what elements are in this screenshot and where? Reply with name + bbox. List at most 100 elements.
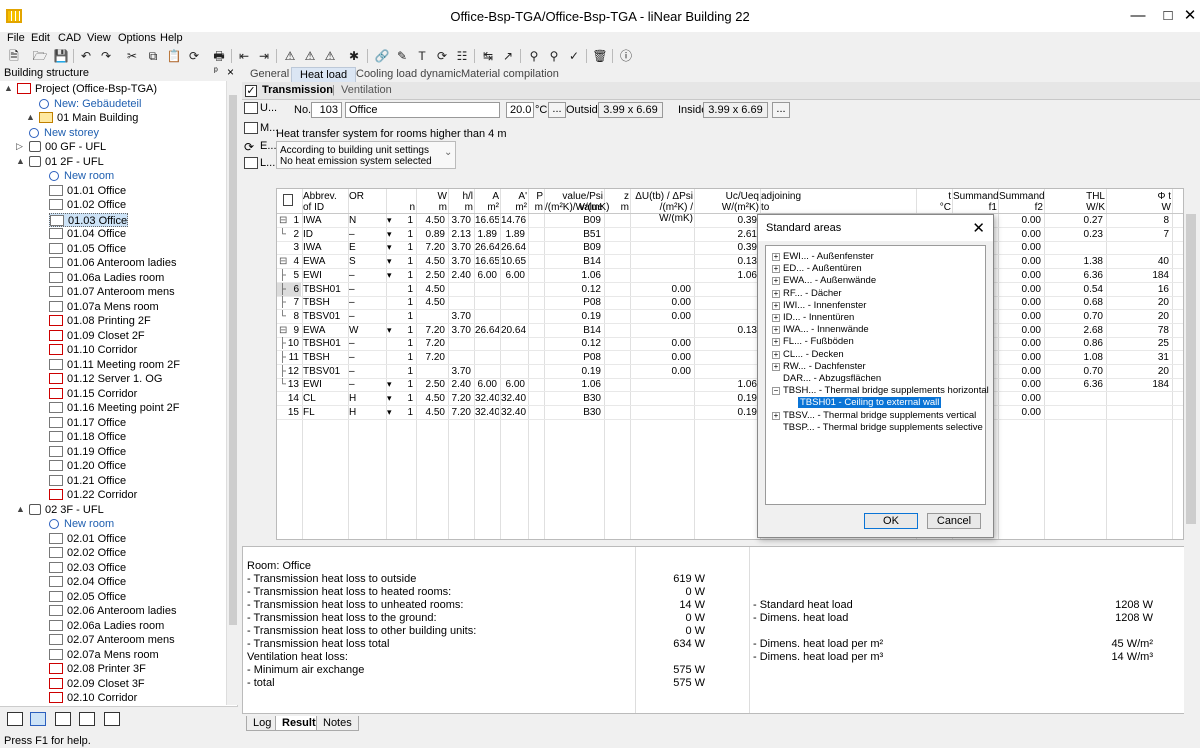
- cell-phi[interactable]: 184: [1107, 269, 1171, 282]
- cell-z[interactable]: [605, 283, 629, 296]
- cell-z[interactable]: [605, 241, 629, 254]
- tree-item[interactable]: New room: [49, 169, 114, 183]
- cell-uc[interactable]: 0.13: [695, 324, 759, 337]
- export-icon[interactable]: ⇥: [256, 48, 272, 64]
- room-temp-field[interactable]: 20.0: [506, 102, 534, 118]
- cell-p[interactable]: [529, 337, 543, 350]
- expand-toggle-icon[interactable]: ▲: [4, 83, 13, 93]
- column-header[interactable]: n: [395, 202, 415, 213]
- tree-item[interactable]: 01.10 Corridor: [49, 343, 137, 357]
- expand-node-icon[interactable]: +: [772, 265, 780, 274]
- cell-id[interactable]: TBSV01: [303, 365, 347, 378]
- cell-or[interactable]: H: [349, 406, 385, 419]
- cell-z[interactable]: [605, 378, 629, 391]
- cell-h[interactable]: 7.20: [449, 406, 473, 419]
- expand-node-icon[interactable]: +: [772, 350, 780, 359]
- tree-item[interactable]: 02.06a Ladies room: [49, 619, 164, 633]
- cell-num[interactable]: 5: [277, 269, 301, 282]
- text-icon[interactable]: T: [414, 48, 430, 64]
- cell-w[interactable]: 7.20: [417, 241, 447, 254]
- column-header[interactable]: /(m²K)/W/(mK): [545, 202, 609, 213]
- cell-a[interactable]: [475, 296, 499, 309]
- tree-item[interactable]: 01.20 Office: [49, 459, 126, 473]
- cell-f2[interactable]: 0.00: [999, 255, 1043, 268]
- tree-item[interactable]: 02.07 Anteroom mens: [49, 633, 175, 647]
- dims-more-button[interactable]: ...: [772, 102, 790, 118]
- column-header[interactable]: °C: [917, 202, 951, 213]
- column-header[interactable]: A': [501, 191, 527, 202]
- cell-ap[interactable]: 6.00: [501, 378, 527, 391]
- menu-view[interactable]: View: [87, 32, 111, 44]
- tab-general[interactable]: General: [242, 67, 297, 82]
- zoom-icon[interactable]: ⚲: [526, 48, 542, 64]
- column-header[interactable]: m: [449, 202, 473, 213]
- cell-num[interactable]: 2: [277, 228, 301, 241]
- cell-z[interactable]: [605, 296, 629, 309]
- cell-or[interactable]: N: [349, 214, 385, 227]
- column-header[interactable]: m: [529, 202, 543, 213]
- column-header[interactable]: Φ t: [1107, 191, 1171, 202]
- cell-z[interactable]: [605, 406, 629, 419]
- undo-icon[interactable]: ↶: [78, 48, 94, 64]
- cell-thl[interactable]: 0.70: [1045, 310, 1105, 323]
- close-window-button[interactable]: ✕: [1180, 6, 1200, 26]
- orientation-dropdown-icon[interactable]: ▾: [387, 324, 392, 337]
- cell-u[interactable]: B30: [545, 392, 603, 405]
- tree-item[interactable]: 01.16 Meeting point 2F: [49, 401, 180, 415]
- column-header[interactable]: f2: [999, 202, 1043, 213]
- cell-or[interactable]: –: [349, 351, 385, 364]
- transmission-label[interactable]: Transmission: [262, 84, 333, 96]
- cell-phi[interactable]: 31: [1107, 351, 1171, 364]
- cell-a[interactable]: 6.00: [475, 378, 499, 391]
- tree-item[interactable]: 02.05 Office: [49, 590, 126, 604]
- cell-z[interactable]: [605, 214, 629, 227]
- cell-u[interactable]: B51: [545, 228, 603, 241]
- cell-or[interactable]: –: [349, 310, 385, 323]
- cell-h[interactable]: 2.40: [449, 269, 473, 282]
- tree-item[interactable]: 01.11 Meeting room 2F: [49, 358, 180, 372]
- tree-item[interactable]: 01.21 Office: [49, 474, 126, 488]
- cell-w[interactable]: 4.50: [417, 283, 447, 296]
- cell-h[interactable]: [449, 296, 473, 309]
- cell-u[interactable]: B09: [545, 214, 603, 227]
- cell-z[interactable]: [605, 228, 629, 241]
- cell-du[interactable]: [631, 324, 693, 337]
- cell-du[interactable]: 0.00: [631, 283, 693, 296]
- cell-ap[interactable]: 14.76: [501, 214, 527, 227]
- cell-num[interactable]: 14: [277, 392, 301, 405]
- cell-ap[interactable]: 1.89: [501, 228, 527, 241]
- cell-u[interactable]: P08: [545, 351, 603, 364]
- menu-edit[interactable]: Edit: [31, 32, 50, 44]
- cell-p[interactable]: [529, 296, 543, 309]
- menu-file[interactable]: File: [7, 32, 25, 44]
- cell-w[interactable]: 2.50: [417, 378, 447, 391]
- tree-item[interactable]: 02.06 Anteroom ladies: [49, 604, 176, 618]
- cell-ap[interactable]: 32.40: [501, 406, 527, 419]
- cell-uc[interactable]: 1.06: [695, 269, 759, 282]
- cell-thl[interactable]: [1045, 406, 1105, 419]
- column-header[interactable]: m: [417, 202, 447, 213]
- cell-n[interactable]: 1: [395, 214, 415, 227]
- cell-f2[interactable]: 0.00: [999, 214, 1043, 227]
- cell-f2[interactable]: 0.00: [999, 310, 1043, 323]
- info-icon[interactable]: ⓘ: [618, 48, 634, 64]
- cell-z[interactable]: [605, 324, 629, 337]
- cell-a[interactable]: 26.64: [475, 324, 499, 337]
- minimize-button[interactable]: —: [1128, 6, 1148, 26]
- cell-du[interactable]: 0.00: [631, 365, 693, 378]
- standard-area-node[interactable]: + ID... - Innentüren: [772, 312, 854, 324]
- document-view-icon[interactable]: [55, 712, 71, 726]
- column-header[interactable]: Uc/Ueq: [695, 191, 759, 202]
- cell-ap[interactable]: 6.00: [501, 269, 527, 282]
- tab-cooling-load-dynamic[interactable]: Cooling load dynamic: [348, 67, 469, 82]
- cell-h[interactable]: 2.13: [449, 228, 473, 241]
- cell-phi[interactable]: 20: [1107, 296, 1171, 309]
- cell-n[interactable]: 1: [395, 269, 415, 282]
- cell-du[interactable]: [631, 406, 693, 419]
- expand-toggle-icon[interactable]: ▲: [16, 504, 25, 514]
- tree-item[interactable]: 01.05 Office: [49, 242, 126, 256]
- room-name-field[interactable]: Office: [345, 102, 500, 118]
- cell-h[interactable]: 3.70: [449, 214, 473, 227]
- column-header[interactable]: t: [917, 191, 951, 202]
- cell-a[interactable]: 32.40: [475, 392, 499, 405]
